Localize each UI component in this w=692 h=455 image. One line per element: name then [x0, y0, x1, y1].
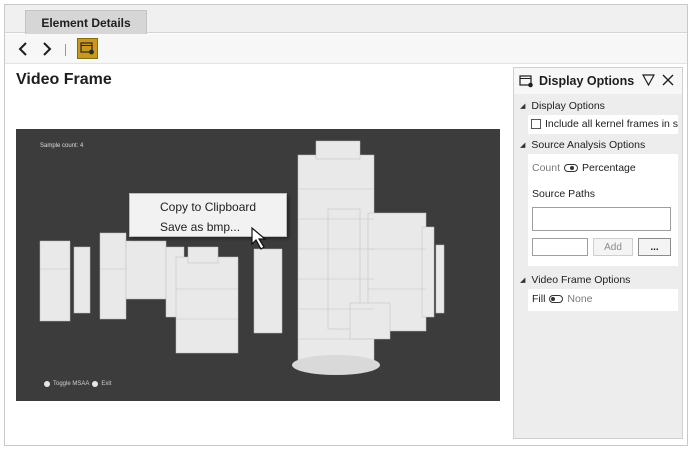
context-menu-copy-to-clipboard[interactable]: Copy to Clipboard [130, 197, 286, 217]
count-percentage-toggle-row: Count Percentage [532, 158, 678, 178]
collapse-triangle-icon: ◢ [520, 277, 526, 284]
fill-toggle[interactable] [549, 295, 564, 303]
video-frame-pane: Video Frame Sample count: 4 Toggle MSAA … [5, 65, 509, 445]
source-paths-textbox[interactable] [532, 207, 671, 231]
chevron-right-icon [43, 42, 52, 56]
section-display-options-header[interactable]: ◢ Display Options [514, 98, 682, 114]
filter-icon[interactable] [642, 74, 655, 86]
section-source-analysis-header[interactable]: ◢ Source Analysis Options [514, 137, 682, 153]
video-frame-icon [80, 42, 94, 55]
section-source-analysis-body: Count Percentage Source Paths Add ... [528, 154, 678, 266]
section-source-analysis-label: Source Analysis Options [531, 139, 646, 151]
element-details-window: Element Details Video Frame Sample count… [4, 4, 688, 446]
overlay-hint-2: Exit [101, 381, 112, 387]
browse-button[interactable]: ... [638, 238, 671, 256]
back-button[interactable] [13, 39, 33, 59]
section-video-frame-label: Video Frame Options [531, 274, 631, 286]
mouse-pointer-icon [251, 226, 267, 250]
section-display-options-body: Include all kernel frames in st [528, 115, 678, 134]
display-options-panel: Display Options ◢ Display Options Includ… [513, 67, 683, 439]
count-label: Count [532, 162, 561, 174]
include-kernel-frames-label: Include all kernel frames in st [545, 118, 678, 130]
section-video-frame-body: Fill None [528, 289, 678, 311]
include-kernel-frames-row: Include all kernel frames in st [528, 116, 678, 132]
video-frame-button[interactable] [77, 38, 98, 59]
toggle-dot-icon [44, 381, 50, 387]
exit-dot-icon [92, 381, 99, 387]
close-icon[interactable] [662, 74, 674, 86]
collapse-triangle-icon: ◢ [520, 103, 526, 110]
count-percentage-toggle[interactable] [564, 164, 579, 172]
panel-header: Display Options [514, 68, 682, 94]
percentage-label: Percentage [582, 162, 636, 174]
add-button[interactable]: Add [593, 238, 633, 256]
video-frame-image[interactable]: Sample count: 4 Toggle MSAA Exit Copy to… [16, 129, 500, 401]
collapse-triangle-icon: ◢ [520, 142, 526, 149]
display-options-icon [519, 74, 533, 87]
city-buildings-illustration [39, 140, 445, 375]
video-overlay-hints: Toggle MSAA Exit [44, 381, 111, 387]
include-kernel-frames-checkbox[interactable] [531, 119, 541, 129]
fill-toggle-row: Fill None [532, 289, 678, 309]
source-paths-label: Source Paths [532, 188, 596, 200]
fill-label: Fill [532, 293, 546, 305]
tab-strip: Element Details [5, 5, 687, 34]
page-title: Video Frame [16, 71, 112, 88]
forward-button[interactable] [37, 39, 57, 59]
panel-title: Display Options [539, 74, 635, 88]
section-video-frame-header[interactable]: ◢ Video Frame Options [514, 272, 682, 288]
source-path-input[interactable] [532, 238, 588, 256]
overlay-hint-1: Toggle MSAA [53, 381, 90, 387]
toolbar-separator [65, 44, 66, 56]
section-display-options-label: Display Options [531, 100, 605, 112]
tab-element-details[interactable]: Element Details [25, 10, 147, 34]
none-label: None [567, 293, 593, 305]
toolbar [5, 34, 687, 64]
chevron-left-icon [18, 42, 27, 56]
